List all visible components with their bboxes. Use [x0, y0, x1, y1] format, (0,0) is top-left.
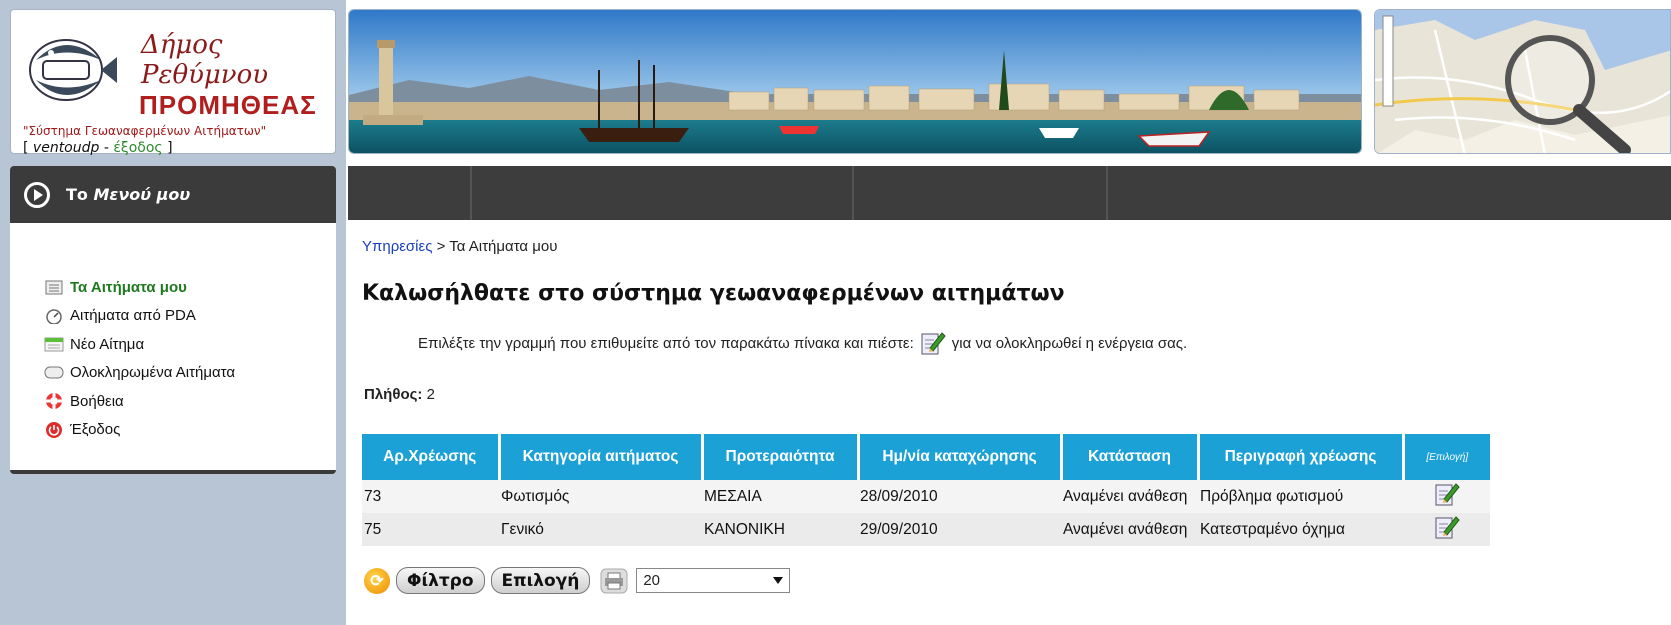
- column-header-description[interactable]: Περιγραφή χρέωσης: [1198, 434, 1405, 480]
- harbor-banner-image: [348, 9, 1362, 154]
- record-count: Πλήθος: 2: [364, 386, 435, 403]
- edit-row-icon[interactable]: [1434, 481, 1460, 507]
- my-menu-panel: Το Μενού μου Τα Αιτήματα μου Αιτήματα απ…: [10, 166, 336, 474]
- menu-item-exit[interactable]: Έξοδος: [44, 416, 336, 445]
- instruction-text: Επιλέξτε την γραμμή που επιθυμείτε από τ…: [418, 330, 1187, 356]
- new-request-icon: [44, 336, 64, 352]
- cell-category: Γενικό: [499, 513, 702, 546]
- instruction-before: Επιλέξτε την γραμμή που επιθυμείτε από τ…: [418, 334, 914, 352]
- cell-description: Πρόβλημα φωτισμού: [1198, 480, 1403, 513]
- menu-item-completed-requests[interactable]: Ολοκληρωμένα Αιτήματα: [44, 359, 336, 388]
- table-row[interactable]: 73 Φωτισμός ΜΕΣΑΙΑ 28/09/2010 Αναμένει α…: [362, 480, 1490, 513]
- requests-table: Αρ.Χρέωσης Κατηγορία αιτήματος Προτεραιό…: [362, 434, 1490, 546]
- printer-icon[interactable]: [600, 568, 628, 594]
- menu-item-label: Νέο Αίτημα: [70, 335, 145, 353]
- power-icon: [44, 421, 64, 438]
- menu-item-label: Αιτήματα από PDA: [70, 307, 196, 325]
- user-line: [ ventoudp - έξοδος ]: [23, 140, 173, 156]
- brand-name: ΠΡΟΜΗΘΕΑΣ: [139, 90, 317, 120]
- breadcrumb: Υπηρεσίες > Τα Αιτήματα μου: [362, 238, 557, 255]
- menu-item-help[interactable]: Βοήθεια: [44, 387, 336, 416]
- document-list-icon: [44, 279, 64, 295]
- user-line-open: [: [23, 140, 33, 156]
- count-label: Πλήθος:: [364, 386, 423, 403]
- column-header-category[interactable]: Κατηγορία αιτήματος: [499, 434, 704, 480]
- cell-charge-number: 73: [362, 480, 499, 513]
- edit-select-icon: [921, 332, 946, 355]
- play-circle-icon: [24, 181, 50, 208]
- filter-button[interactable]: Φίλτρο: [396, 567, 485, 594]
- menu-header: Το Μενού μου: [10, 166, 336, 223]
- cell-select: [1403, 513, 1490, 546]
- refresh-icon[interactable]: ⟳: [364, 567, 390, 594]
- chevron-down-icon: [773, 577, 784, 584]
- menu-title-prefix: Το: [66, 185, 94, 204]
- nav-segment-4: [1108, 166, 1671, 220]
- edit-row-icon[interactable]: [1434, 514, 1460, 540]
- cell-date: 28/09/2010: [858, 480, 1061, 513]
- cell-status: Αναμένει ανάθεση: [1061, 513, 1198, 546]
- menu-item-new-request[interactable]: Νέο Αίτημα: [44, 330, 336, 359]
- column-header-status[interactable]: Κατάσταση: [1061, 434, 1200, 480]
- column-header-date[interactable]: Ημ/νία καταχώρησης: [858, 434, 1063, 480]
- menu-item-label: Τα Αιτήματα μου: [70, 278, 187, 296]
- top-navigation-bar: [348, 166, 1671, 220]
- logout-link[interactable]: έξοδος: [113, 140, 162, 156]
- user-line-close: ]: [162, 140, 173, 156]
- cell-status: Αναμένει ανάθεση: [1061, 480, 1198, 513]
- select-button[interactable]: Επιλογή: [490, 567, 591, 594]
- nav-segment-1[interactable]: [348, 166, 472, 220]
- column-header-charge-number[interactable]: Αρ.Χρέωσης: [362, 434, 501, 480]
- table-row[interactable]: 75 Γενικό ΚΑΝΟΝΙΚΗ 29/09/2010 Αναμένει α…: [362, 513, 1490, 546]
- count-value: 2: [426, 386, 435, 403]
- logo-panel: Δήμος Ρεθύμνου ΠΡΟΜΗΘΕΑΣ "Σύστημα Γεωανα…: [10, 9, 336, 156]
- breadcrumb-link-services[interactable]: Υπηρεσίες: [362, 238, 432, 255]
- menu-item-my-requests[interactable]: Τα Αιτήματα μου: [44, 273, 336, 302]
- cell-priority: ΚΑΝΟΝΙΚΗ: [702, 513, 858, 546]
- menu-item-label: Βοήθεια: [70, 392, 124, 410]
- user-line-sep: -: [99, 140, 114, 156]
- speech-bubble-icon: [44, 365, 64, 381]
- menu-list: Τα Αιτήματα μου Αιτήματα από PDA Νέο Αίτ…: [10, 223, 336, 444]
- cell-category: Φωτισμός: [499, 480, 702, 513]
- page-title: Καλωσήλθατε στο σύστημα γεωαναφερμένων α…: [362, 281, 1065, 306]
- cell-charge-number: 75: [362, 513, 499, 546]
- cell-description: Κατεστραμένο όχημα: [1198, 513, 1403, 546]
- menu-item-label: Ολοκληρωμένα Αιτήματα: [70, 364, 236, 382]
- nav-segment-3[interactable]: [854, 166, 1108, 220]
- breadcrumb-separator: >: [432, 238, 450, 255]
- municipality-emblem-icon: [29, 39, 117, 101]
- system-tagline: "Σύστημα Γεωαναφερμένων Αιτήματων": [23, 124, 267, 138]
- city-map-thumbnail[interactable]: [1374, 9, 1671, 154]
- breadcrumb-current: Τα Αιτήματα μου: [449, 238, 558, 255]
- username: ventoudp: [32, 140, 100, 156]
- menu-item-label: Έξοδος: [70, 421, 121, 439]
- instruction-after: για να ολοκληρωθεί η ενέργεια σας.: [951, 334, 1188, 352]
- column-header-select: [Επιλογή]: [1403, 434, 1490, 480]
- municipality-name: Δήμος Ρεθύμνου: [141, 30, 269, 90]
- column-header-priority[interactable]: Προτεραιότητα: [702, 434, 860, 480]
- table-toolbar: ⟳ Φίλτρο Επιλογή 20: [364, 567, 791, 594]
- nav-segment-2[interactable]: [472, 166, 854, 220]
- menu-title: Το Μενού μου: [66, 185, 190, 204]
- cell-date: 29/09/2010: [858, 513, 1061, 546]
- cell-priority: ΜΕΣΑΙΑ: [702, 480, 858, 513]
- speedometer-icon: [44, 308, 64, 324]
- menu-title-em: Μενού μου: [93, 185, 191, 204]
- page-size-select[interactable]: 20: [636, 568, 791, 593]
- page-size-value: 20: [643, 572, 661, 589]
- cell-select: [1403, 480, 1490, 513]
- lifebuoy-icon: [44, 393, 64, 410]
- table-header-row: Αρ.Χρέωσης Κατηγορία αιτήματος Προτεραιό…: [362, 434, 1490, 480]
- menu-item-pda-requests[interactable]: Αιτήματα από PDA: [44, 302, 336, 331]
